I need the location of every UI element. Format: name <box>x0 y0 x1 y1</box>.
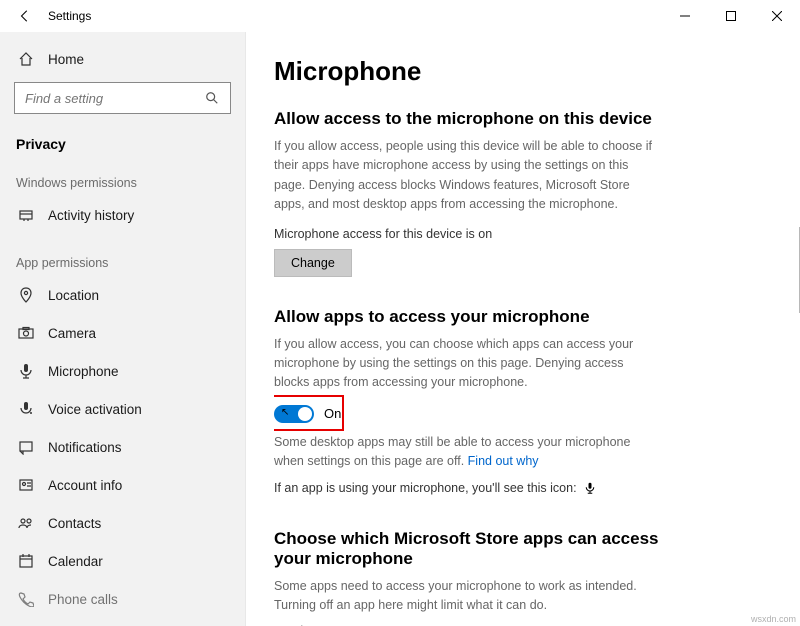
sidebar-item-label: Voice activation <box>48 402 142 417</box>
cursor-icon: ↖ <box>281 407 289 418</box>
voice-activation-icon <box>18 401 34 417</box>
watermark: wsxdn.com <box>751 614 796 624</box>
sidebar-item-label: Contacts <box>48 516 101 531</box>
microphone-icon <box>18 363 34 379</box>
home-icon <box>18 51 34 67</box>
content-area: Microphone Allow access to the microphon… <box>246 32 800 626</box>
sidebar-item-calendar[interactable]: Calendar <box>0 542 245 580</box>
section3-desc: Some apps need to access your microphone… <box>274 577 654 616</box>
sidebar-item-label: Calendar <box>48 554 103 569</box>
sidebar-item-label: Account info <box>48 478 122 493</box>
search-box[interactable] <box>14 82 231 114</box>
notifications-icon <box>18 439 34 455</box>
allow-apps-toggle[interactable]: ↖ <box>274 405 314 423</box>
section1-desc: If you allow access, people using this d… <box>274 137 654 215</box>
sidebar-item-camera[interactable]: Camera <box>0 314 245 352</box>
section2-title: Allow apps to access your microphone <box>274 307 768 327</box>
sidebar-item-label: Phone calls <box>48 592 118 607</box>
section1-title: Allow access to the microphone on this d… <box>274 109 768 129</box>
window-title: Settings <box>48 9 91 23</box>
location-icon <box>18 287 34 303</box>
sidebar-item-label: Camera <box>48 326 96 341</box>
maximize-button[interactable] <box>708 0 754 32</box>
change-button[interactable]: Change <box>274 249 352 277</box>
mic-indicator-icon <box>584 481 600 497</box>
search-input[interactable] <box>25 91 204 106</box>
sidebar-group-app-permissions: App permissions <box>0 234 245 276</box>
back-button[interactable] <box>18 9 32 23</box>
sidebar-section-privacy: Privacy <box>0 124 245 154</box>
search-icon <box>204 90 220 106</box>
close-button[interactable] <box>754 0 800 32</box>
sidebar-home-label: Home <box>48 52 84 67</box>
sidebar: Home Privacy Windows permissions Activit… <box>0 32 246 626</box>
find-out-why-link[interactable]: Find out why <box>468 454 539 468</box>
sidebar-item-microphone[interactable]: Microphone <box>0 352 245 390</box>
phone-icon <box>18 591 34 607</box>
sidebar-home[interactable]: Home <box>0 40 245 78</box>
device-access-status: Microphone access for this device is on <box>274 227 768 241</box>
sidebar-item-account-info[interactable]: Account info <box>0 466 245 504</box>
section2-note2: If an app is using your microphone, you'… <box>274 479 654 498</box>
sidebar-item-contacts[interactable]: Contacts <box>0 504 245 542</box>
activity-history-icon <box>18 207 34 223</box>
sidebar-item-label: Microphone <box>48 364 119 379</box>
sidebar-item-label: Activity history <box>48 208 134 223</box>
camera-icon <box>18 325 34 341</box>
sidebar-item-phone-calls[interactable]: Phone calls <box>0 580 245 618</box>
contacts-icon <box>18 515 34 531</box>
section2-desc: If you allow access, you can choose whic… <box>274 335 654 393</box>
sidebar-item-label: Notifications <box>48 440 122 455</box>
page-title: Microphone <box>274 56 768 87</box>
sidebar-item-notifications[interactable]: Notifications <box>0 428 245 466</box>
sidebar-item-location[interactable]: Location <box>0 276 245 314</box>
toggle-thumb <box>298 407 312 421</box>
account-info-icon <box>18 477 34 493</box>
section2-note1: Some desktop apps may still be able to a… <box>274 433 654 472</box>
section3-title: Choose which Microsoft Store apps can ac… <box>274 529 674 569</box>
minimize-button[interactable] <box>662 0 708 32</box>
toggle-label: On <box>324 406 341 421</box>
sidebar-item-voice-activation[interactable]: Voice activation <box>0 390 245 428</box>
sidebar-item-activity-history[interactable]: Activity history <box>0 196 245 234</box>
sidebar-item-label: Location <box>48 288 99 303</box>
calendar-icon <box>18 553 34 569</box>
sidebar-group-windows-permissions: Windows permissions <box>0 154 245 196</box>
